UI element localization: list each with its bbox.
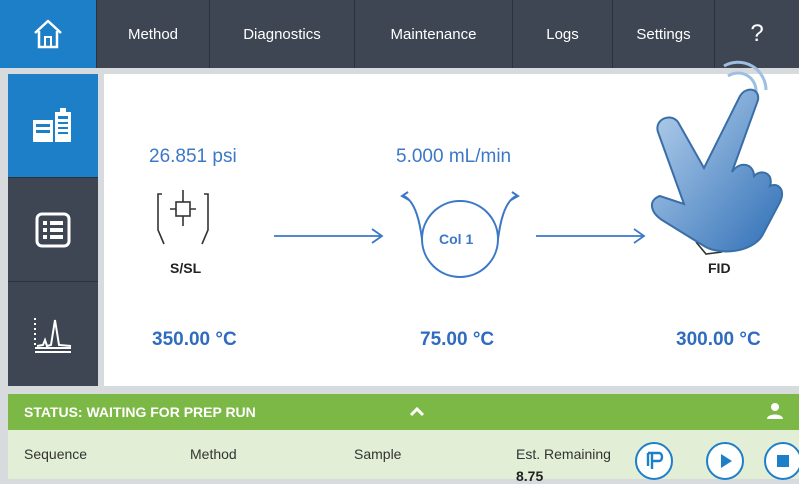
top-nav-bar: Method Diagnostics Maintenance Logs Sett… <box>0 0 799 68</box>
tab-diagnostics-label: Diagnostics <box>243 25 321 43</box>
column-temperature[interactable]: 75.00 °C <box>420 329 494 351</box>
tab-settings-label: Settings <box>636 25 691 43</box>
stop-button[interactable] <box>764 442 799 480</box>
tab-method[interactable]: Method <box>97 0 210 68</box>
run-info-bar: Sequence Method Sample Est. Remaining 8.… <box>8 430 799 484</box>
sidebar-item-list[interactable] <box>8 178 98 282</box>
method-label: Method <box>190 446 237 462</box>
help-button[interactable]: ? <box>715 0 799 68</box>
sidebar <box>8 74 98 386</box>
remaining-value: 8.75 <box>516 468 544 484</box>
detector-temperature[interactable]: 300.00 °C <box>676 329 761 351</box>
sequence-label: Sequence <box>24 446 88 462</box>
play-icon <box>721 454 732 468</box>
inlet-temperature[interactable]: 350.00 °C <box>152 329 237 351</box>
flow-arrow-1 <box>274 228 384 244</box>
chevron-up-icon[interactable] <box>405 400 429 424</box>
column-label[interactable]: Col 1 <box>439 231 473 247</box>
stop-icon <box>777 455 789 467</box>
instrument-status-icon <box>33 107 71 142</box>
remaining-label: Est. Remaining <box>516 446 611 462</box>
inlet-icon <box>157 190 209 245</box>
touch-hand-icon <box>651 60 784 253</box>
tab-settings[interactable]: Settings <box>613 0 715 68</box>
tab-method-label: Method <box>127 25 179 43</box>
prep-run-button[interactable] <box>635 442 673 480</box>
chromatogram-icon <box>34 318 72 353</box>
tab-logs[interactable]: Logs <box>513 0 613 68</box>
tab-maintenance-label: Maintenance <box>390 25 477 43</box>
status-bar[interactable]: STATUS: WAITING FOR PREP RUN <box>8 394 799 430</box>
help-label: ? <box>750 20 764 47</box>
home-icon <box>34 19 62 49</box>
home-button[interactable] <box>0 0 97 68</box>
list-icon <box>35 212 71 247</box>
inlet-label[interactable]: S/SL <box>170 260 201 276</box>
sidebar-item-instrument-status[interactable] <box>8 74 98 178</box>
prep-run-icon <box>646 451 664 469</box>
sample-label: Sample <box>354 446 402 462</box>
tab-diagnostics[interactable]: Diagnostics <box>210 0 355 68</box>
inlet-pressure: 26.851 psi <box>149 146 237 167</box>
tab-logs-label: Logs <box>546 25 579 43</box>
start-button[interactable] <box>706 442 744 480</box>
column-flow: 5.000 mL/min <box>396 146 512 167</box>
tab-maintenance[interactable]: Maintenance <box>355 0 513 68</box>
sidebar-item-chromatogram[interactable] <box>8 282 98 386</box>
status-text: STATUS: WAITING FOR PREP RUN <box>24 404 256 420</box>
detector-label[interactable]: FID <box>708 260 731 276</box>
user-icon <box>767 403 783 419</box>
